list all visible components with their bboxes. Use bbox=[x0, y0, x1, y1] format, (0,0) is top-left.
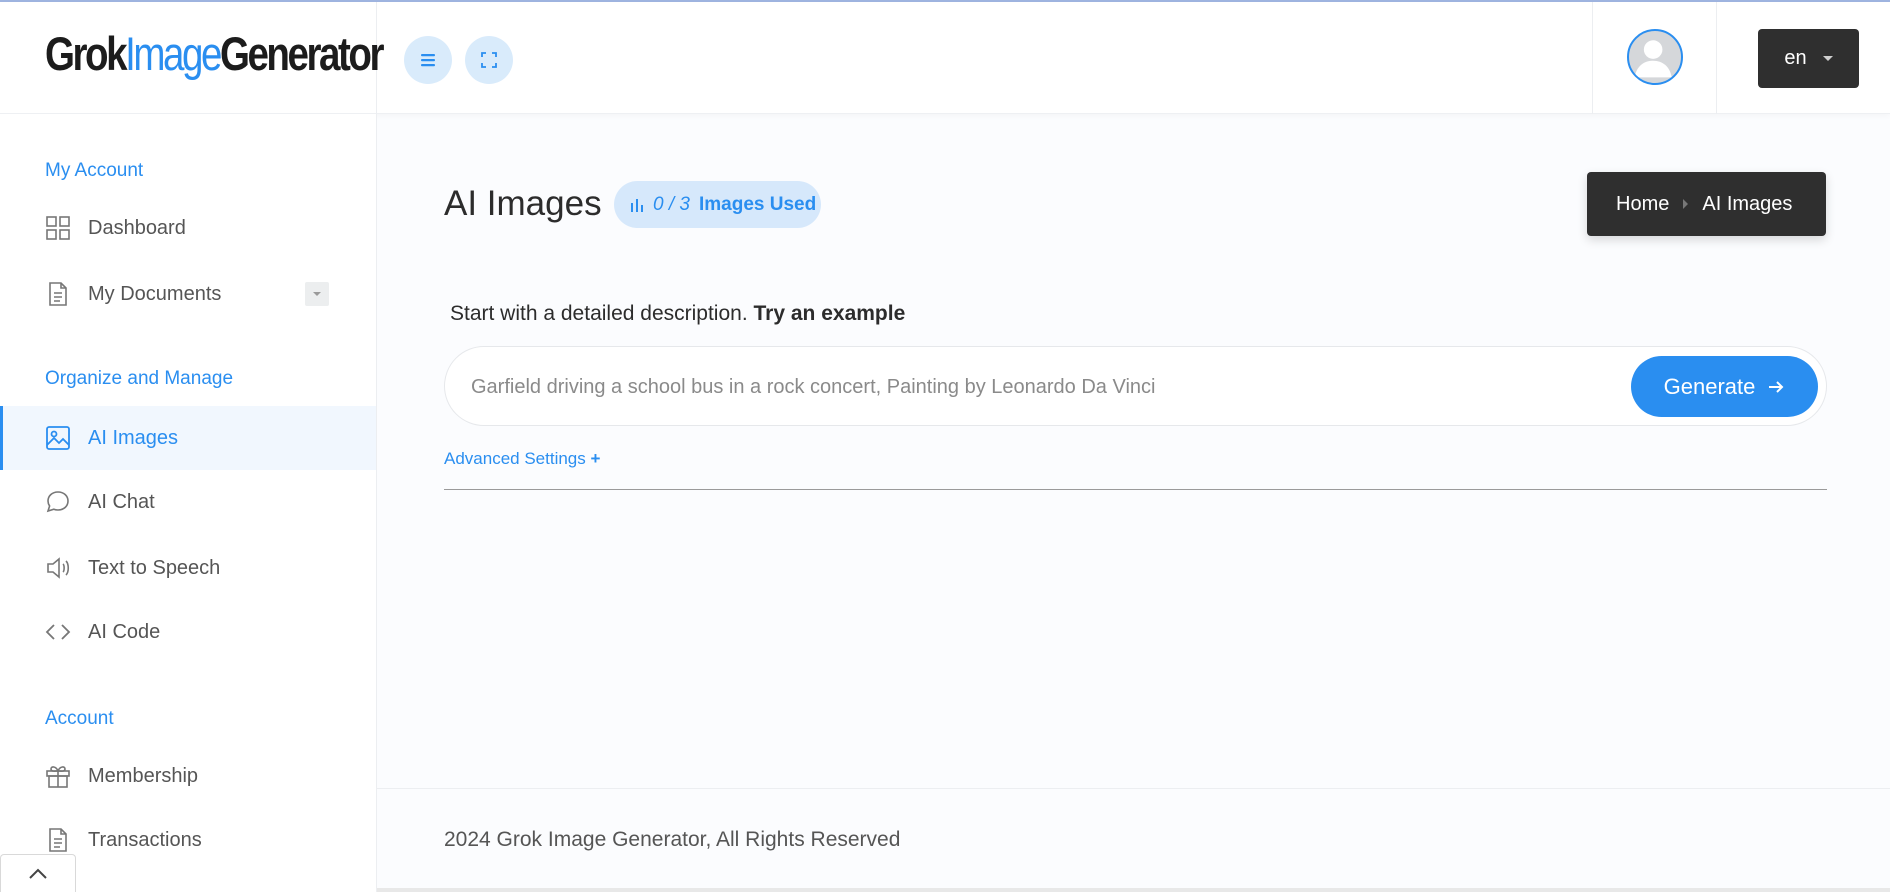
sidebar-item-text-to-speech[interactable]: Text to Speech bbox=[0, 536, 376, 600]
sidebar-item-label: Dashboard bbox=[88, 216, 186, 239]
sidebar-item-label: AI Chat bbox=[88, 490, 155, 513]
bottom-edge bbox=[377, 888, 1890, 892]
document-icon bbox=[49, 282, 67, 306]
submenu-toggle-button[interactable] bbox=[305, 282, 329, 306]
speaker-icon bbox=[47, 557, 70, 579]
menu-toggle-button[interactable] bbox=[404, 36, 452, 84]
sidebar-item-ai-images[interactable]: AI Images bbox=[0, 406, 376, 470]
sidebar-item-dashboard[interactable]: Dashboard bbox=[0, 196, 376, 260]
usage-count: 0 / 3 bbox=[653, 193, 690, 215]
sidebar-item-label: Membership bbox=[88, 764, 199, 787]
breadcrumb: Home AI Images bbox=[1587, 172, 1826, 236]
logo-container: GrokImageGenerator bbox=[0, 2, 384, 114]
image-icon bbox=[46, 426, 70, 450]
breadcrumb-current: AI Images bbox=[1702, 192, 1793, 215]
bar-chart-icon bbox=[631, 198, 643, 212]
footer-divider bbox=[377, 788, 1890, 789]
usage-label: Images Used bbox=[698, 193, 817, 215]
receipt-icon bbox=[49, 828, 67, 852]
user-avatar-icon[interactable] bbox=[1627, 29, 1683, 85]
sidebar-item-membership[interactable]: Membership bbox=[0, 744, 376, 808]
sidebar-item-ai-code[interactable]: AI Code bbox=[0, 600, 376, 664]
sidebar-item-label: My Documents bbox=[88, 282, 222, 305]
footer-text: 2024 Grok Image Generator, All Rights Re… bbox=[444, 828, 901, 851]
intro-text: Start with a detailed description. bbox=[450, 302, 748, 325]
chevron-down-icon bbox=[313, 292, 321, 296]
sidebar-item-label: AI Images bbox=[88, 426, 179, 449]
section-account: Account bbox=[45, 708, 114, 729]
sidebar-item-label: Text to Speech bbox=[88, 556, 221, 579]
logo-text-grok: Grok bbox=[45, 27, 128, 80]
breadcrumb-home-link[interactable]: Home bbox=[1616, 193, 1669, 216]
usage-badge: 0 / 3 Images Used bbox=[614, 181, 821, 228]
section-organize: Organize and Manage bbox=[45, 368, 234, 389]
arrow-right-icon bbox=[1769, 380, 1784, 393]
section-my-account: My Account bbox=[45, 160, 144, 181]
sidebar-item-my-documents[interactable]: My Documents bbox=[0, 262, 376, 326]
prompt-input[interactable] bbox=[471, 365, 1621, 409]
avatar-container bbox=[1592, 2, 1717, 114]
sidebar-item-label: AI Code bbox=[88, 620, 161, 643]
top-header: GrokImageGenerator en bbox=[0, 2, 1890, 114]
scroll-to-top-button[interactable] bbox=[0, 854, 76, 892]
logo-text-image: Image bbox=[125, 27, 222, 80]
menu-icon bbox=[421, 54, 435, 67]
advanced-settings-label: Advanced Settings bbox=[444, 449, 586, 468]
sidebar-item-label: Transactions bbox=[88, 828, 202, 851]
sidebar-item-ai-chat[interactable]: AI Chat bbox=[0, 470, 376, 534]
language-select[interactable]: en bbox=[1758, 29, 1859, 88]
chevron-up-icon bbox=[29, 868, 47, 879]
code-icon bbox=[45, 624, 71, 640]
prompt-container bbox=[444, 346, 1827, 426]
language-value: en bbox=[1784, 47, 1807, 69]
fullscreen-icon bbox=[481, 52, 497, 68]
logo-text-generator: Generator bbox=[219, 27, 385, 80]
chevron-down-icon bbox=[1822, 56, 1833, 61]
generate-button[interactable]: Generate bbox=[1631, 356, 1818, 417]
logo[interactable]: GrokImageGenerator bbox=[45, 27, 385, 80]
try-example-link[interactable]: Try an example bbox=[754, 302, 906, 325]
prompt-intro: Start with a detailed description. Try a… bbox=[450, 302, 905, 326]
generate-label: Generate bbox=[1663, 373, 1756, 399]
advanced-settings-toggle[interactable]: Advanced Settings + bbox=[444, 449, 600, 469]
fullscreen-button[interactable] bbox=[465, 36, 513, 84]
page-title: AI Images bbox=[444, 184, 602, 223]
sidebar: My Account Dashboard My Documents Organi… bbox=[0, 114, 377, 892]
divider bbox=[444, 489, 1827, 490]
gift-icon bbox=[46, 766, 70, 788]
breadcrumb-separator-icon bbox=[1683, 199, 1689, 209]
plus-icon: + bbox=[590, 449, 601, 468]
dashboard-icon bbox=[46, 216, 70, 240]
chat-bubble-icon bbox=[46, 491, 69, 513]
